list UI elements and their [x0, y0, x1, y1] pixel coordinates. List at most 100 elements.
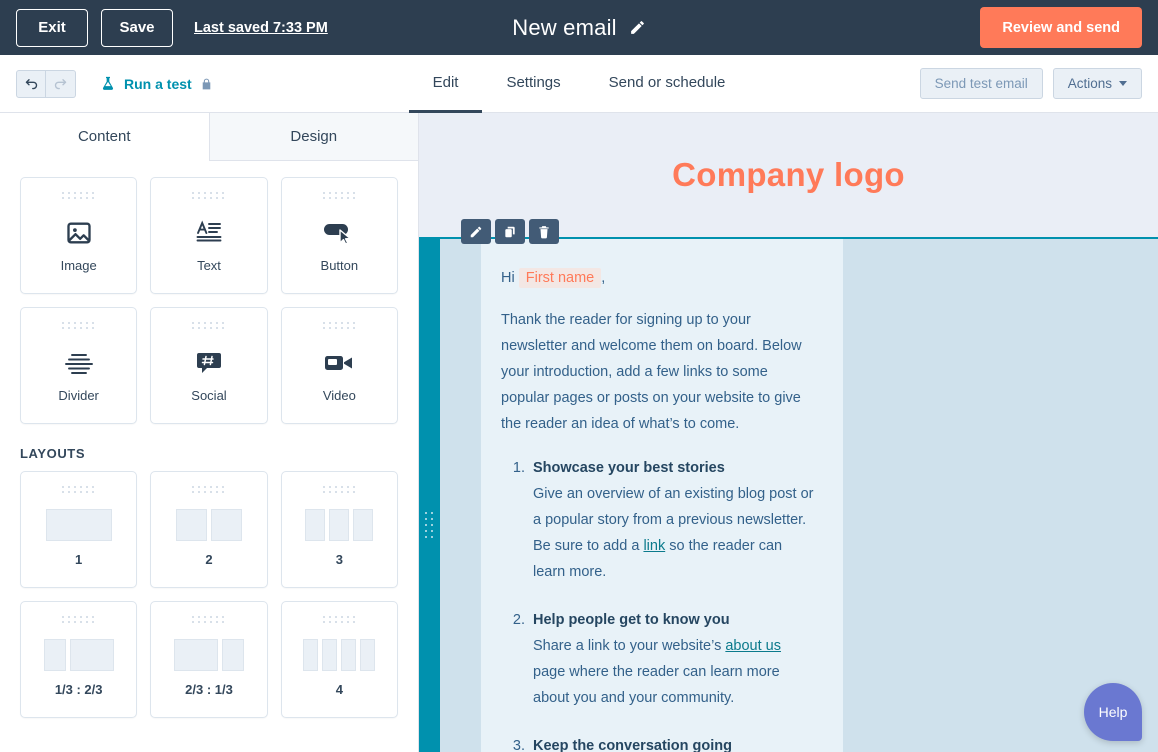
last-saved-label[interactable]: Last saved 7:33 PM	[194, 20, 328, 36]
layout-preview	[151, 638, 266, 672]
layout-tile-3[interactable]: 3	[280, 471, 398, 588]
drag-handle-icon	[62, 192, 95, 200]
module-outer: Hi First name, Thank the reader for sign…	[440, 237, 1158, 752]
layout-tile-label: 3	[335, 552, 343, 567]
content-tile-grid: Image Text Button Divider Social Video	[20, 177, 398, 424]
page-title: New email	[512, 14, 617, 40]
list-item: Keep the conversation going Tell your re…	[529, 733, 817, 752]
sidebar-tab-content[interactable]: Content	[0, 113, 209, 161]
exit-button[interactable]: Exit	[16, 8, 88, 47]
redo-icon[interactable]	[46, 69, 76, 98]
drag-handle-icon	[62, 322, 95, 330]
drag-handle-icon	[322, 192, 356, 200]
run-a-test-label: Run a test	[124, 75, 192, 92]
content-tile-label: Text	[197, 258, 221, 273]
list-item: Showcase your best stories Give an overv…	[529, 455, 817, 585]
list-item-heading: Keep the conversation going	[533, 738, 732, 752]
drag-handle-icon	[322, 322, 356, 330]
undo-icon[interactable]	[16, 69, 46, 98]
drag-handle-icon	[322, 486, 356, 494]
email-intro-paragraph: Thank the reader for signing up to your …	[501, 312, 802, 432]
drag-handle-icon	[192, 192, 225, 200]
module-gutter-left	[440, 239, 481, 752]
list-item-heading: Help people get to know you	[533, 612, 730, 628]
send-test-email-button[interactable]: Send test email	[919, 68, 1043, 99]
layout-tile-2-3-1-3[interactable]: 2/3 : 1/3	[150, 601, 268, 718]
actions-dropdown-button[interactable]: Actions	[1052, 68, 1142, 99]
sidebar-tabs: Content Design	[0, 113, 418, 161]
list-item: Help people get to know you Share a link…	[529, 607, 817, 711]
layout-tile-label: 2	[205, 552, 213, 567]
layout-tile-label: 2/3 : 1/3	[185, 682, 233, 697]
button-icon	[322, 214, 356, 252]
drag-handle-icon	[322, 616, 356, 624]
module-hover-toolbar	[461, 219, 559, 244]
layout-tile-grid: 1 2 3 1/3: 2/3 2/3: 1/3 4	[20, 471, 398, 718]
run-a-test-button[interactable]: Run a test	[100, 75, 213, 92]
drag-handle-icon	[192, 486, 225, 494]
top-bar: Exit Save Last saved 7:33 PM New email R…	[0, 0, 1158, 55]
divider-icon	[64, 344, 94, 382]
layout-tile-label: 1/3 : 2/3	[54, 682, 103, 697]
social-hashtag-icon	[195, 344, 223, 382]
clone-module-button[interactable]	[495, 219, 525, 244]
list-item-body-before: Share a link to your website’s	[533, 638, 726, 654]
greeting-suffix: ,	[601, 270, 606, 286]
list-item-heading: Showcase your best stories	[533, 460, 725, 476]
layout-tile-1-3-2-3[interactable]: 1/3 : 2/3	[20, 601, 138, 718]
actions-label: Actions	[1067, 76, 1112, 91]
sidebar: Content Design Image Text Button Divider…	[0, 113, 419, 752]
main-area: Content Design Image Text Button Divider…	[0, 113, 1158, 752]
pencil-icon[interactable]	[629, 19, 646, 36]
module-accent-rail	[419, 237, 440, 752]
text-icon	[194, 214, 224, 252]
tab-edit[interactable]: Edit	[408, 55, 483, 113]
list-item-link[interactable]: link	[643, 538, 665, 554]
content-tile-label: Social	[191, 388, 227, 403]
list-item-body-after: page where the reader can learn more abo…	[533, 664, 780, 706]
layout-tile-4[interactable]: 4	[280, 601, 398, 718]
image-icon	[65, 214, 93, 252]
layout-preview	[21, 508, 136, 542]
content-tile-divider[interactable]: Divider	[20, 307, 138, 424]
layout-tile-1[interactable]: 1	[20, 471, 138, 588]
content-tile-label: Image	[60, 258, 97, 273]
toolbar-actions: Send test email Actions	[919, 68, 1142, 99]
personalization-token[interactable]: First name	[518, 268, 602, 288]
email-body[interactable]: Hi First name, Thank the reader for sign…	[481, 239, 843, 752]
email-list: Showcase your best stories Give an overv…	[529, 455, 817, 752]
drag-handle-icon[interactable]	[425, 512, 434, 539]
company-logo: Company logo	[672, 156, 905, 193]
content-tile-text[interactable]: Text	[150, 177, 268, 294]
help-button[interactable]: Help	[1084, 683, 1142, 741]
selected-module: Hi First name, Thank the reader for sign…	[419, 219, 1158, 752]
delete-module-button[interactable]	[529, 219, 559, 244]
review-and-send-button[interactable]: Review and send	[980, 7, 1142, 48]
layout-tile-2[interactable]: 2	[150, 471, 268, 588]
drag-handle-icon	[62, 486, 95, 494]
layout-preview	[282, 638, 397, 672]
layouts-heading: LAYOUTS	[20, 446, 86, 461]
content-tile-image[interactable]: Image	[20, 177, 138, 294]
chevron-down-icon	[1119, 81, 1127, 86]
layout-preview	[282, 508, 397, 542]
drag-handle-icon	[62, 616, 95, 624]
content-tile-label: Divider	[58, 388, 99, 403]
greeting-prefix: Hi	[501, 270, 515, 286]
module-gutter-right	[842, 239, 1158, 752]
layout-tile-label: 4	[335, 682, 343, 697]
save-button[interactable]: Save	[101, 8, 173, 47]
tab-send-or-schedule[interactable]: Send or schedule	[585, 55, 750, 113]
content-tile-button[interactable]: Button	[280, 177, 398, 294]
lock-icon	[200, 77, 213, 91]
tab-settings[interactable]: Settings	[482, 55, 584, 113]
sidebar-tab-design[interactable]: Design	[208, 113, 418, 161]
sidebar-body: Image Text Button Divider Social Video L…	[0, 161, 418, 752]
content-tile-video[interactable]: Video	[280, 307, 398, 424]
edit-module-button[interactable]	[461, 219, 491, 244]
content-tile-social[interactable]: Social	[150, 307, 268, 424]
email-greeting: Hi First name,	[501, 265, 817, 291]
undo-redo-group	[16, 69, 76, 98]
list-item-link[interactable]: about us	[725, 638, 781, 654]
toolbar: Run a test Edit Settings Send or schedul…	[0, 55, 1158, 113]
